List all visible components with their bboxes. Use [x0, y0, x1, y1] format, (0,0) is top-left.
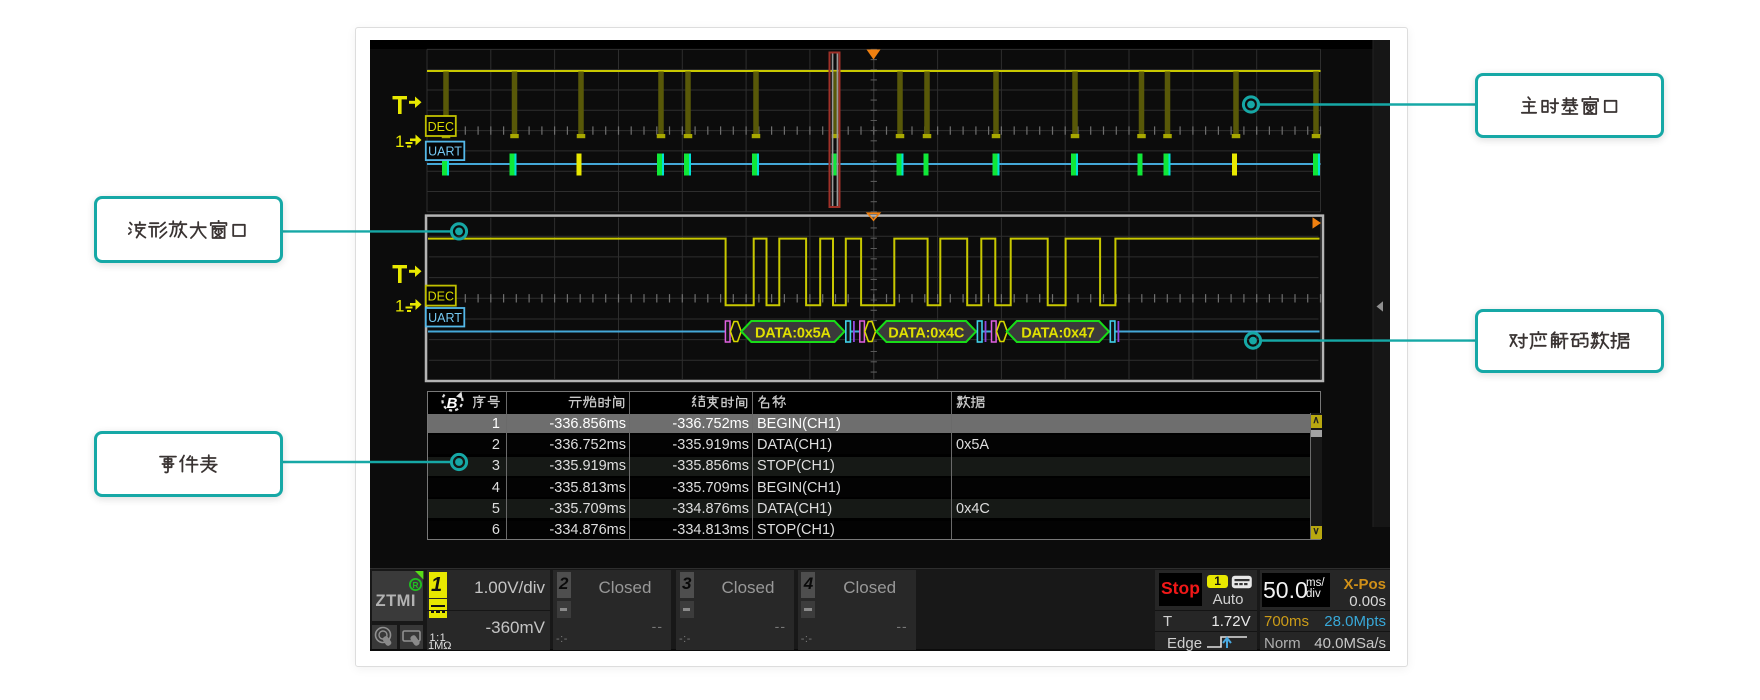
svg-text:UART: UART	[428, 145, 462, 159]
svg-text:R: R	[412, 580, 418, 590]
svg-text:1: 1	[395, 132, 404, 151]
svg-text:DEC: DEC	[428, 290, 454, 304]
svg-text:DATA:0x5A: DATA:0x5A	[755, 326, 832, 342]
svg-text:1: 1	[395, 297, 404, 316]
svg-text:B: B	[447, 395, 458, 412]
svg-text:DATA:0x47: DATA:0x47	[1021, 326, 1095, 342]
svg-text:DEC: DEC	[428, 120, 454, 134]
svg-text:DATA:0x4C: DATA:0x4C	[888, 326, 965, 342]
svg-text:UART: UART	[428, 311, 462, 325]
